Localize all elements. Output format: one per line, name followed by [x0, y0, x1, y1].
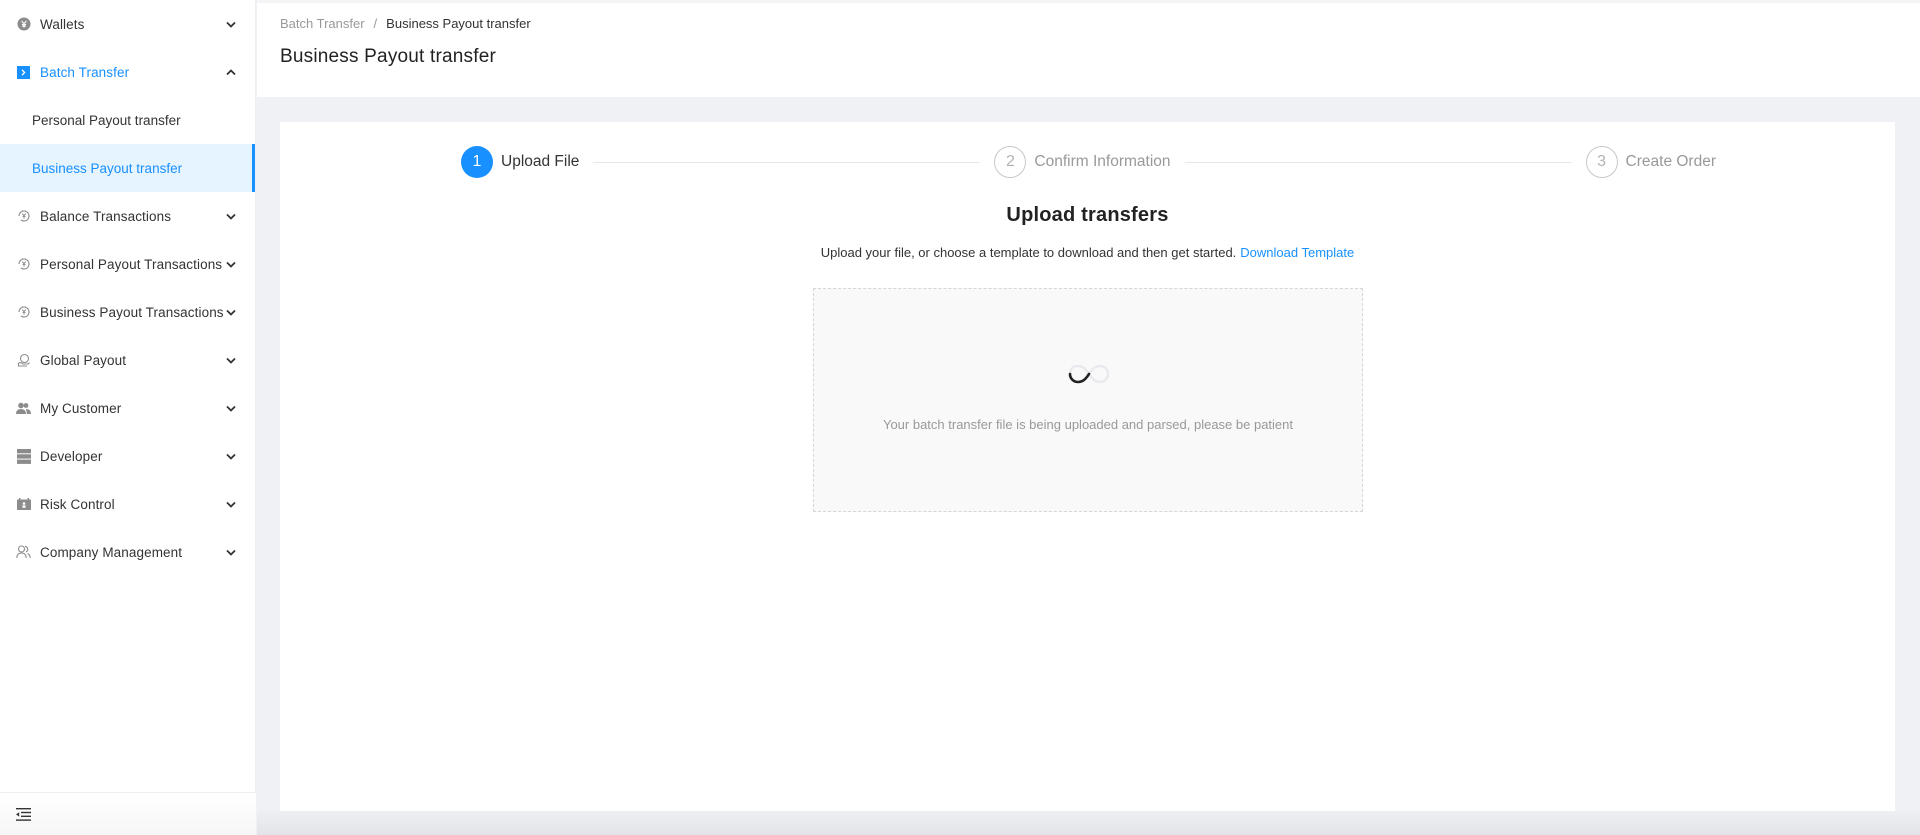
step-number: 2: [994, 146, 1027, 178]
upload-title: Upload transfers: [1006, 204, 1169, 226]
transactions-icon: [16, 209, 31, 224]
global-payout-icon: [16, 353, 31, 368]
transactions-icon: [16, 257, 31, 272]
breadcrumb-item-current: Business Payout transfer: [386, 16, 531, 31]
upload-dropzone[interactable]: Your batch transfer file is being upload…: [813, 288, 1363, 512]
sidebar-item-label: Balance Transactions: [40, 208, 172, 224]
sidebar-item-balance-transactions[interactable]: Balance Transactions: [0, 192, 255, 240]
sidebar-item-label: Personal Payout Transactions: [40, 256, 223, 272]
sidebar-item-label: Developer: [40, 448, 103, 464]
upload-description-text: Upload your file, or choose a template t…: [820, 245, 1237, 260]
chevron-down-icon: [225, 498, 237, 510]
page-header: Batch Transfer / Business Payout transfe…: [257, 0, 1920, 97]
step-number: 1: [461, 146, 493, 178]
sidebar-item-label: My Customer: [40, 400, 122, 416]
sidebar-item-wallets[interactable]: Wallets: [0, 0, 255, 48]
page-bottom-edge: [257, 811, 1920, 835]
step-number: 3: [1585, 146, 1618, 178]
chevron-down-icon: [225, 210, 237, 222]
collapse-menu-icon[interactable]: [16, 807, 31, 821]
wallet-icon: [16, 17, 31, 32]
loading-spinner-icon: [1068, 364, 1110, 384]
breadcrumb-separator: /: [373, 16, 378, 31]
transactions-icon: [16, 305, 31, 320]
sidebar-item-batch-transfer[interactable]: Batch Transfer: [0, 48, 255, 96]
chevron-down-icon: [225, 546, 237, 558]
sidebar-subitem-personal-payout-transfer[interactable]: Personal Payout transfer: [0, 96, 255, 144]
company-icon: [16, 545, 31, 560]
sidebar-item-label: Risk Control: [40, 496, 115, 512]
sidebar-item-business-payout-transactions[interactable]: Business Payout Transactions: [0, 288, 255, 336]
breadcrumb: Batch Transfer / Business Payout transfe…: [280, 16, 1920, 31]
developer-icon: [16, 448, 31, 464]
sidebar: Wallets Batch Transfer Personal Payout t…: [0, 0, 256, 835]
step-label: Upload File: [501, 153, 580, 170]
sidebar-item-risk-control[interactable]: Risk Control: [0, 480, 255, 528]
sidebar-item-label: Global Payout: [40, 352, 127, 368]
chevron-down-icon: [225, 18, 237, 30]
sidebar-menu: Wallets Batch Transfer Personal Payout t…: [0, 0, 255, 576]
step-connector: [593, 161, 981, 163]
sidebar-item-my-customer[interactable]: My Customer: [0, 384, 255, 432]
sidebar-footer: [0, 792, 256, 835]
risk-control-icon: [16, 497, 31, 512]
customers-icon: [16, 401, 31, 416]
step-confirm-information: 2 Confirm Information: [994, 146, 1171, 178]
sidebar-item-label: Batch Transfer: [40, 64, 130, 80]
sidebar-item-label: Business Payout Transactions: [40, 304, 224, 320]
sidebar-item-global-payout[interactable]: Global Payout: [0, 336, 255, 384]
sidebar-subitem-label: Personal Payout transfer: [32, 112, 181, 128]
step-label: Confirm Information: [1034, 153, 1171, 170]
chevron-down-icon: [225, 450, 237, 462]
loading-message: Your batch transfer file is being upload…: [882, 417, 1294, 432]
step-label: Create Order: [1625, 153, 1716, 170]
sidebar-item-label: Company Management: [40, 544, 183, 560]
chevron-down-icon: [225, 306, 237, 318]
upload-description: Upload your file, or choose a template t…: [280, 245, 1895, 260]
chevron-down-icon: [225, 258, 237, 270]
sidebar-item-personal-payout-transactions[interactable]: Personal Payout Transactions: [0, 240, 255, 288]
chevron-down-icon: [225, 402, 237, 414]
chevron-up-icon: [225, 66, 237, 78]
step-create-order: 3 Create Order: [1585, 146, 1716, 178]
sidebar-subitem-label: Business Payout transfer: [32, 160, 183, 176]
step-connector: [1184, 161, 1572, 163]
chevron-down-icon: [225, 354, 237, 366]
download-template-link[interactable]: Download Template: [1240, 245, 1354, 260]
steps: 1 Upload File 2 Confirm Information 3 Cr…: [461, 146, 1716, 178]
sidebar-item-company-management[interactable]: Company Management: [0, 528, 255, 576]
sidebar-item-developer[interactable]: Developer: [0, 432, 255, 480]
step-upload-file: 1 Upload File: [461, 146, 579, 178]
batch-transfer-icon: [16, 65, 31, 80]
upload-card: 1 Upload File 2 Confirm Information 3 Cr…: [280, 122, 1895, 811]
breadcrumb-item-batch-transfer[interactable]: Batch Transfer: [280, 16, 365, 31]
sidebar-item-label: Wallets: [40, 16, 85, 32]
sidebar-subitem-business-payout-transfer[interactable]: Business Payout transfer: [0, 144, 255, 192]
page-title: Business Payout transfer: [280, 46, 497, 67]
